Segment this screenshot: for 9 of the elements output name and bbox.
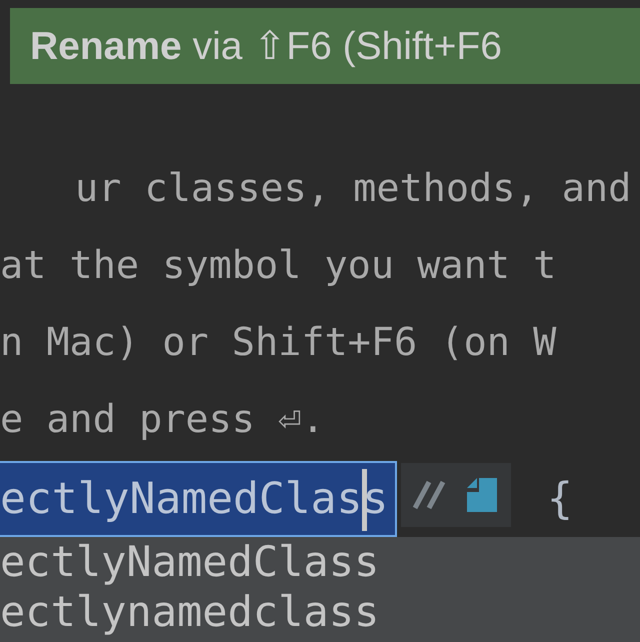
suggestion-item[interactable]: ectlyNamedClass (0, 537, 640, 587)
suggestion-item[interactable]: ectlynamedclass (0, 587, 640, 637)
description-text: ur classes, methods, and (74, 165, 632, 213)
description-text: e and press ⏎. (0, 396, 326, 444)
code-text: { (547, 474, 573, 524)
tooltip-banner: Rename via ⇧F6 (Shift+F6 (10, 8, 640, 84)
description-text: n Mac) or Shift+F6 (on W (0, 319, 558, 367)
description-text: at the symbol you want t (0, 242, 558, 290)
document-icon[interactable] (467, 478, 497, 512)
